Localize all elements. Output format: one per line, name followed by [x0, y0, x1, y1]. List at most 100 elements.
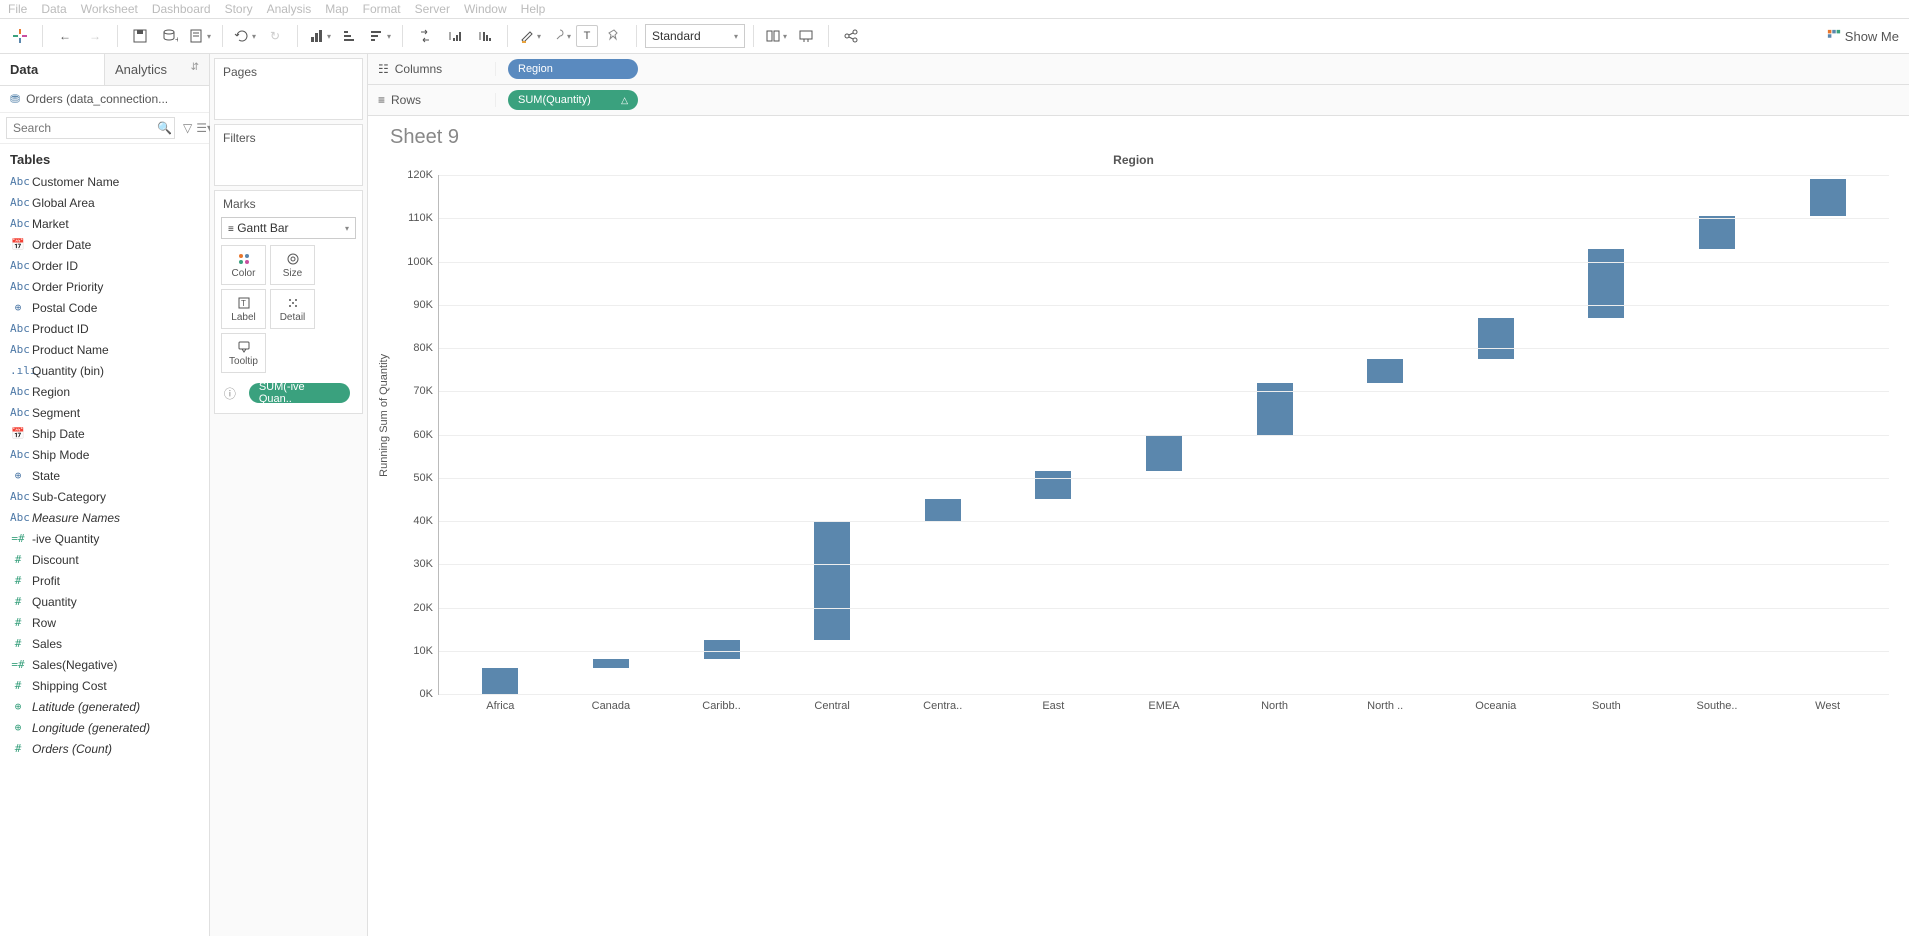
field-product-name[interactable]: AbcProduct Name	[0, 339, 209, 360]
menu-window[interactable]: Window	[464, 2, 507, 16]
field-ship-date[interactable]: 📅Ship Date	[0, 423, 209, 444]
search-input[interactable]	[6, 117, 175, 139]
mark-tooltip[interactable]: Tooltip	[221, 333, 266, 373]
field--ive-quantity[interactable]: =#-ive Quantity	[0, 528, 209, 549]
share-icon[interactable]	[837, 22, 865, 50]
menu-analysis[interactable]: Analysis	[267, 2, 312, 16]
field-type-icon: Abc	[10, 259, 26, 272]
mark-type-dropdown[interactable]: ≡ Gantt Bar▾	[221, 217, 356, 239]
swap-icon[interactable]: ▾	[306, 22, 334, 50]
tab-analytics[interactable]: Analytics⇵	[104, 54, 209, 85]
redo-icon[interactable]: ↻	[261, 22, 289, 50]
field-measure-names[interactable]: AbcMeasure Names	[0, 507, 209, 528]
sort-asc2-icon[interactable]	[441, 22, 469, 50]
field-type-icon: ⊕	[10, 721, 26, 734]
field-sales-negative-[interactable]: =#Sales(Negative)	[0, 654, 209, 675]
field-quantity-bin-[interactable]: .ılı.Quantity (bin)	[0, 360, 209, 381]
field-row[interactable]: #Row	[0, 612, 209, 633]
new-worksheet-icon[interactable]: ▾	[186, 22, 214, 50]
pages-shelf[interactable]: Pages	[214, 58, 363, 120]
datasource-item[interactable]: ⛃ Orders (data_connection...	[0, 86, 209, 113]
menu-help[interactable]: Help	[521, 2, 546, 16]
bar-central[interactable]	[814, 521, 850, 640]
field-longitude-generated-[interactable]: ⊕Longitude (generated)	[0, 717, 209, 738]
menu-file[interactable]: File	[8, 2, 27, 16]
mark-color[interactable]: Color	[221, 245, 266, 285]
field-ship-mode[interactable]: AbcShip Mode	[0, 444, 209, 465]
field-orders-count-[interactable]: #Orders (Count)	[0, 738, 209, 759]
menu-map[interactable]: Map	[325, 2, 348, 16]
bar-east[interactable]	[1035, 471, 1071, 499]
chart-plot-area[interactable]: AfricaCanadaCaribb..CentralCentra..EastE…	[438, 175, 1889, 695]
bar-canada[interactable]	[593, 659, 629, 668]
new-datasource-icon[interactable]: +	[156, 22, 184, 50]
field-order-id[interactable]: Abc Order ID	[0, 255, 209, 276]
field-postal-code[interactable]: ⊕Postal Code	[0, 297, 209, 318]
mark-label[interactable]: TLabel	[221, 289, 266, 329]
menu-format[interactable]: Format	[363, 2, 401, 16]
bar-west[interactable]	[1810, 179, 1846, 216]
rows-shelf[interactable]: SUM(Quantity)△	[496, 86, 1909, 114]
sort-desc-icon[interactable]: ▾	[366, 22, 394, 50]
field-latitude-generated-[interactable]: ⊕Latitude (generated)	[0, 696, 209, 717]
detail-pill[interactable]: SUM(-ive Quan..	[249, 383, 350, 403]
columns-pill-region[interactable]: Region	[508, 59, 638, 79]
gridline	[439, 391, 1889, 392]
field-label: Order ID	[32, 259, 78, 273]
field-profit[interactable]: #Profit	[0, 570, 209, 591]
field-order-date[interactable]: 📅Order Date	[0, 234, 209, 255]
menu-server[interactable]: Server	[415, 2, 450, 16]
sheet-title[interactable]: Sheet 9	[378, 126, 1889, 149]
pin-icon[interactable]	[600, 22, 628, 50]
fit-dropdown[interactable]: Standard▾	[645, 24, 745, 48]
filter-icon[interactable]: ▽	[183, 121, 192, 135]
x-tick-label: Southe..	[1692, 700, 1742, 712]
show-me-button[interactable]: Show Me	[1827, 29, 1903, 44]
highlight-icon[interactable]: ▾	[516, 22, 544, 50]
group-icon[interactable]: ▾	[546, 22, 574, 50]
menu-dashboard[interactable]: Dashboard	[152, 2, 211, 16]
sort-asc-icon[interactable]	[336, 22, 364, 50]
field-sales[interactable]: #Sales	[0, 633, 209, 654]
field-discount[interactable]: #Discount	[0, 549, 209, 570]
y-tick-label: 70K	[413, 385, 439, 397]
columns-shelf[interactable]: Region	[496, 55, 1909, 83]
bar-oceania[interactable]	[1478, 318, 1514, 359]
field-customer-name[interactable]: AbcCustomer Name	[0, 171, 209, 192]
bar-south[interactable]	[1588, 249, 1624, 318]
mark-detail[interactable]: Detail	[270, 289, 315, 329]
field-region[interactable]: AbcRegion	[0, 381, 209, 402]
field-market[interactable]: AbcMarket	[0, 213, 209, 234]
field-order-priority[interactable]: AbcOrder Priority	[0, 276, 209, 297]
forward-icon[interactable]: →	[81, 22, 109, 50]
field-sub-category[interactable]: AbcSub-Category	[0, 486, 209, 507]
undo-icon[interactable]: ▾	[231, 22, 259, 50]
field-state[interactable]: ⊕State	[0, 465, 209, 486]
mark-size[interactable]: Size	[270, 245, 315, 285]
tableau-logo-icon[interactable]	[6, 22, 34, 50]
menu-data[interactable]: Data	[41, 2, 66, 16]
tab-data[interactable]: Data	[0, 54, 104, 85]
field-shipping-cost[interactable]: #Shipping Cost	[0, 675, 209, 696]
bar-emea[interactable]	[1146, 435, 1182, 472]
presentation-icon[interactable]	[792, 22, 820, 50]
bar-southe[interactable]	[1699, 216, 1735, 248]
field-segment[interactable]: AbcSegment	[0, 402, 209, 423]
show-cards-icon[interactable]: ▾	[762, 22, 790, 50]
back-icon[interactable]: ←	[51, 22, 79, 50]
menu-worksheet[interactable]: Worksheet	[81, 2, 138, 16]
field-global-area[interactable]: AbcGlobal Area	[0, 192, 209, 213]
bar-africa[interactable]	[482, 668, 518, 694]
swap-rc-icon[interactable]	[411, 22, 439, 50]
sort-desc2-icon[interactable]	[471, 22, 499, 50]
bar-north[interactable]	[1367, 359, 1403, 383]
rows-pill-sum-quantity[interactable]: SUM(Quantity)△	[508, 90, 638, 110]
bar-caribb[interactable]	[704, 640, 740, 659]
label-icon[interactable]: T	[576, 25, 598, 47]
filters-shelf[interactable]: Filters	[214, 124, 363, 186]
save-icon[interactable]	[126, 22, 154, 50]
bar-centra[interactable]	[925, 499, 961, 521]
field-product-id[interactable]: AbcProduct ID	[0, 318, 209, 339]
menu-story[interactable]: Story	[225, 2, 253, 16]
field-quantity[interactable]: #Quantity	[0, 591, 209, 612]
